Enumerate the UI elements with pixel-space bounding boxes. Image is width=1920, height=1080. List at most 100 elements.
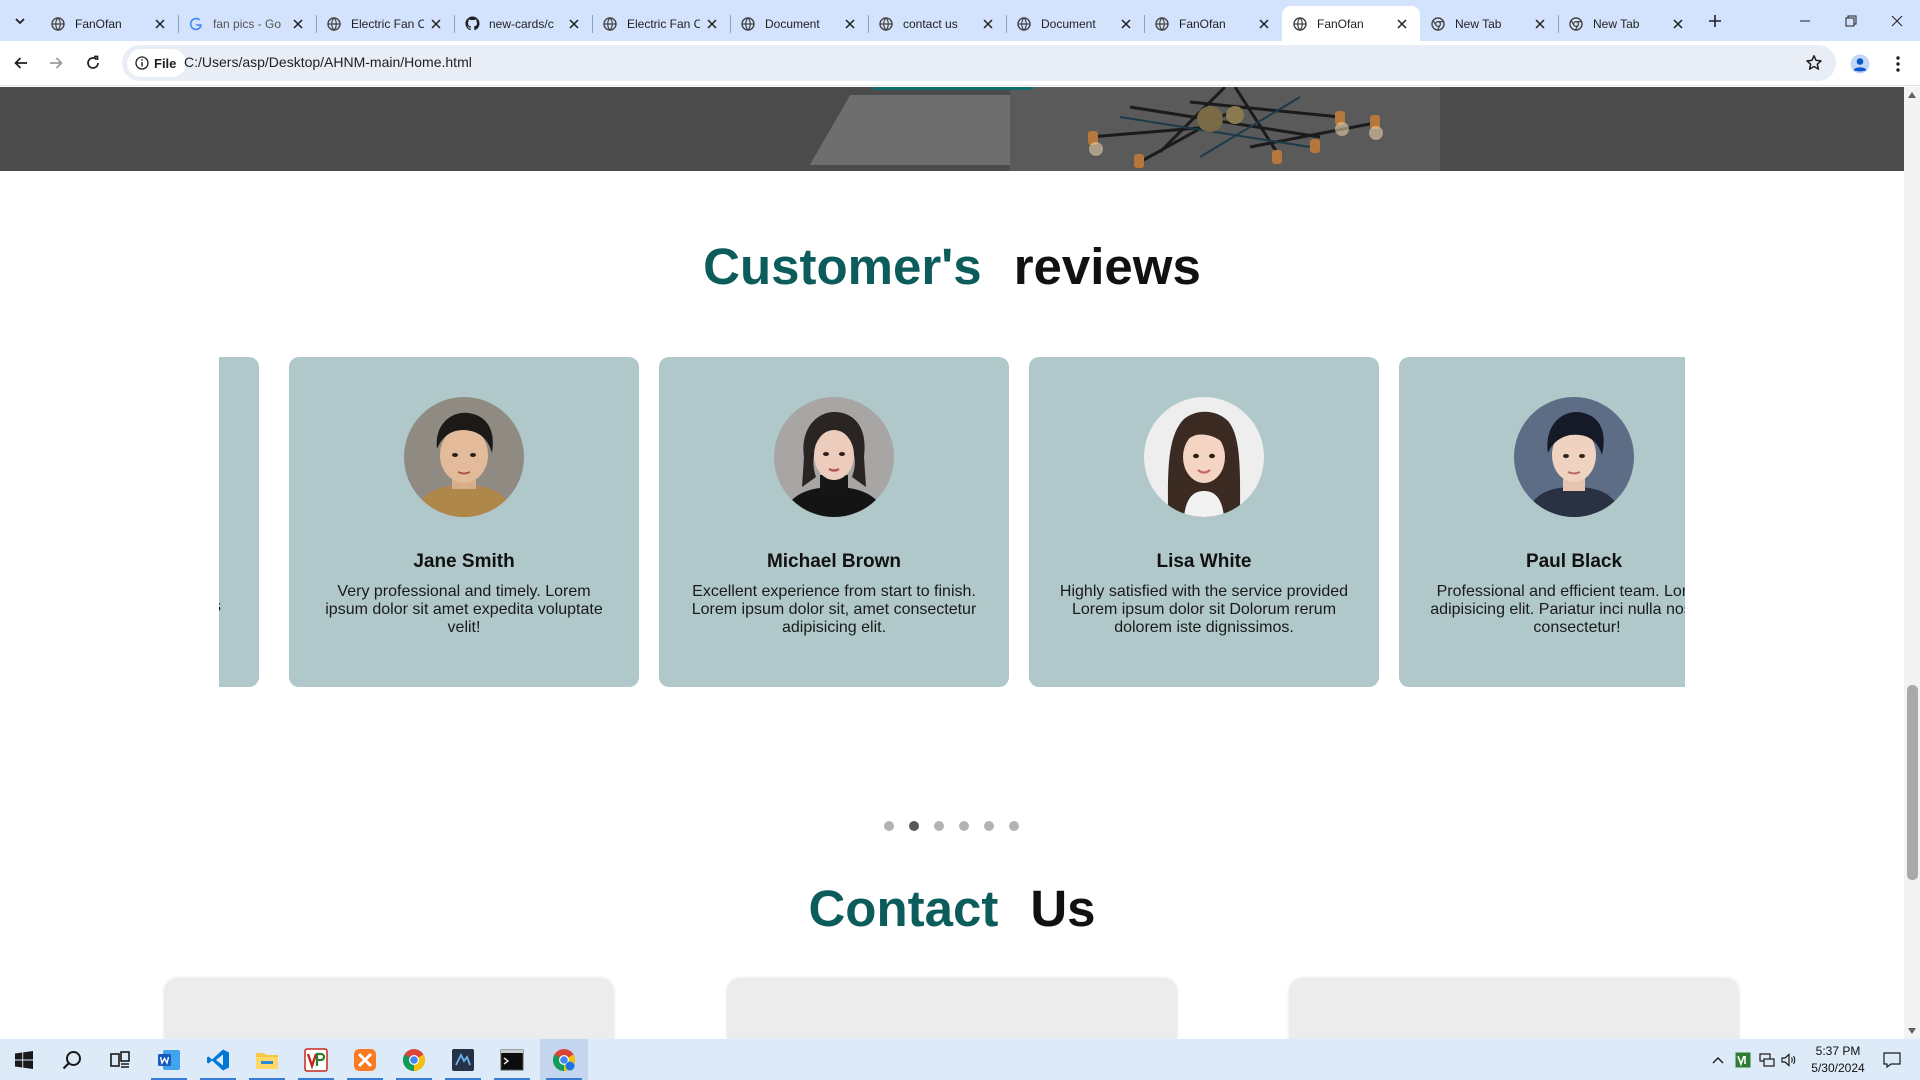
carousel-dot-4[interactable]	[959, 821, 969, 831]
search-icon	[62, 1050, 81, 1069]
close-icon[interactable]	[1394, 16, 1410, 32]
close-icon[interactable]	[1532, 16, 1548, 32]
taskbar-terminal[interactable]	[488, 1039, 536, 1080]
tab-list: FanOfan fan pics - Go Electric Fan C new…	[40, 6, 1696, 41]
tab-fanofan-2[interactable]: FanOfan	[1144, 6, 1282, 41]
site-info-chip[interactable]: File	[127, 49, 187, 77]
forward-button[interactable]	[41, 48, 71, 78]
close-icon[interactable]	[1256, 16, 1272, 32]
tab-document-1[interactable]: Document	[730, 6, 868, 41]
tab-new-tab-1[interactable]: New Tab	[1420, 6, 1558, 41]
carousel-dot-3[interactable]	[934, 821, 944, 831]
plus-icon	[1709, 15, 1721, 27]
tab-new-tab-2[interactable]: New Tab	[1558, 6, 1696, 41]
tab-electric-fan-2[interactable]: Electric Fan C	[592, 6, 730, 41]
profile-icon	[1850, 54, 1870, 74]
profile-button[interactable]	[1846, 50, 1874, 78]
avatar	[1144, 397, 1264, 517]
taskbar-clock[interactable]: 5:37 PM 5/30/2024	[1798, 1043, 1878, 1077]
volume-button[interactable]	[1778, 1039, 1800, 1080]
tab-electric-fan-1[interactable]: Electric Fan C	[316, 6, 454, 41]
notifications-button[interactable]	[1872, 1039, 1912, 1080]
taskbar-search-button[interactable]	[48, 1039, 96, 1080]
review-card-text-partial: nis	[219, 598, 241, 616]
carousel-dot-6[interactable]	[1009, 821, 1019, 831]
new-tab-button[interactable]	[1702, 8, 1728, 34]
tab-strip: FanOfan fan pics - Go Electric Fan C new…	[0, 0, 1920, 41]
tab-fanofan-active[interactable]: FanOfan	[1282, 6, 1420, 41]
taskbar-vscode[interactable]	[194, 1039, 242, 1080]
page-scrollbar[interactable]	[1904, 87, 1920, 1039]
tab-contact-us[interactable]: contact us	[868, 6, 1006, 41]
reviewer-name: Michael Brown	[766, 551, 902, 572]
tab-title: new-cards/c	[489, 16, 554, 31]
tab-github-new-cards[interactable]: new-cards/c	[454, 6, 592, 41]
globe-icon	[1016, 16, 1032, 32]
close-icon[interactable]	[152, 16, 168, 32]
close-icon[interactable]	[566, 16, 582, 32]
close-icon	[1891, 15, 1903, 26]
back-button[interactable]	[6, 48, 36, 78]
chevron-down-icon	[15, 18, 25, 25]
carousel-dot-5[interactable]	[984, 821, 994, 831]
globe-icon	[50, 16, 66, 32]
scroll-up-button[interactable]	[1904, 87, 1920, 103]
close-icon[interactable]	[290, 16, 306, 32]
scroll-down-button[interactable]	[1904, 1023, 1920, 1039]
start-button[interactable]	[0, 1039, 48, 1080]
reload-button[interactable]	[78, 48, 108, 78]
taskbar-word[interactable]	[145, 1039, 193, 1080]
carousel-dot-1[interactable]	[884, 821, 894, 831]
close-icon[interactable]	[980, 16, 996, 32]
url-text[interactable]: C:/Users/asp/Desktop/AHNM-main/Home.html	[184, 54, 472, 70]
tab-title: FanOfan	[1317, 16, 1364, 31]
chrome-active-icon	[553, 1048, 575, 1071]
address-bar[interactable]: File C:/Users/asp/Desktop/AHNM-main/Home…	[122, 45, 1836, 81]
tray-overflow-button[interactable]	[1706, 1039, 1730, 1080]
minimize-icon	[1800, 20, 1810, 21]
tray-app-icon	[1735, 1052, 1751, 1067]
review-card-partial-left: nis	[219, 357, 259, 687]
review-text: Excellent experience from start to finis…	[691, 583, 977, 636]
carousel-dot-2[interactable]	[909, 821, 919, 831]
taskbar-visual-paradigm[interactable]	[292, 1039, 340, 1080]
task-view-button[interactable]	[96, 1039, 144, 1080]
network-button[interactable]	[1756, 1039, 1778, 1080]
google-icon	[188, 16, 204, 32]
taskbar-chrome-active[interactable]	[540, 1039, 588, 1080]
tab-title: contact us	[903, 16, 958, 31]
tab-title: Electric Fan C	[351, 16, 424, 31]
reviews-carousel[interactable]: nis Jane Smith Very professional and tim…	[219, 357, 1685, 687]
contact-card-3	[1290, 979, 1738, 1039]
restore-button[interactable]	[1828, 0, 1874, 41]
close-icon[interactable]	[842, 16, 858, 32]
tab-document-2[interactable]: Document	[1006, 6, 1144, 41]
tab-google-search[interactable]: fan pics - Go	[178, 6, 316, 41]
tab-fanofan-1[interactable]: FanOfan	[40, 6, 178, 41]
taskbar-xampp[interactable]	[341, 1039, 389, 1080]
tab-search-button[interactable]	[8, 9, 32, 33]
close-icon[interactable]	[704, 16, 720, 32]
tray-app-button[interactable]	[1732, 1039, 1754, 1080]
avatar	[404, 397, 524, 517]
reload-icon	[87, 55, 99, 69]
reviews-heading-accent: Customer's	[703, 238, 982, 295]
close-icon[interactable]	[428, 16, 444, 32]
arrow-left-icon	[14, 57, 27, 69]
network-icon	[1759, 1052, 1775, 1067]
restore-icon	[1845, 15, 1857, 26]
clock-time: 5:37 PM	[1815, 1044, 1861, 1058]
browser-menu-button[interactable]	[1884, 50, 1912, 78]
close-icon[interactable]	[1670, 16, 1686, 32]
bookmark-button[interactable]	[1802, 51, 1826, 75]
taskbar-file-explorer[interactable]	[243, 1039, 291, 1080]
contact-heading-accent: Contact	[808, 880, 999, 937]
page-viewport: Customer's reviews nis Jane Smith Very pr…	[0, 87, 1904, 1039]
review-text: Highly satisfied with the service provid…	[1059, 583, 1349, 636]
minimize-button[interactable]	[1782, 0, 1828, 41]
taskbar-ide[interactable]	[439, 1039, 487, 1080]
scroll-thumb[interactable]	[1907, 685, 1918, 880]
close-window-button[interactable]	[1874, 0, 1920, 41]
close-icon[interactable]	[1118, 16, 1134, 32]
taskbar-chrome[interactable]	[390, 1039, 438, 1080]
